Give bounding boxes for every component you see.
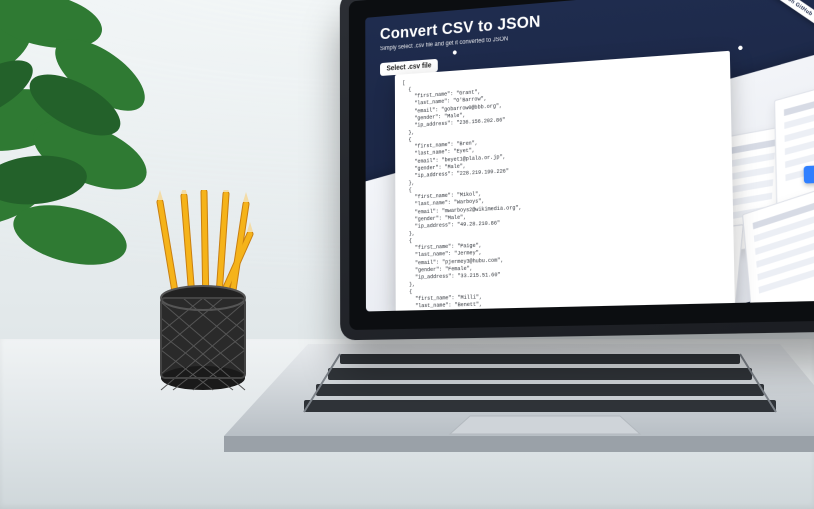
json-output: [ { "first_name": "Grant", "last_name": … — [395, 51, 735, 312]
screen: Convert CSV to JSON Simply select .csv f… — [365, 0, 814, 311]
scene: Convert CSV to JSON Simply select .csv f… — [0, 0, 814, 509]
side-action-tab[interactable] — [804, 165, 814, 184]
csv-to-json-app: Convert CSV to JSON Simply select .csv f… — [365, 0, 814, 311]
json-output-text[interactable]: [ { "first_name": "Grant", "last_name": … — [395, 51, 735, 312]
laptop-lid: Convert CSV to JSON Simply select .csv f… — [340, 0, 814, 340]
laptop-base-icon — [220, 340, 814, 470]
screen-bezel: Convert CSV to JSON Simply select .csv f… — [349, 0, 814, 330]
laptop: Convert CSV to JSON Simply select .csv f… — [250, 0, 814, 500]
